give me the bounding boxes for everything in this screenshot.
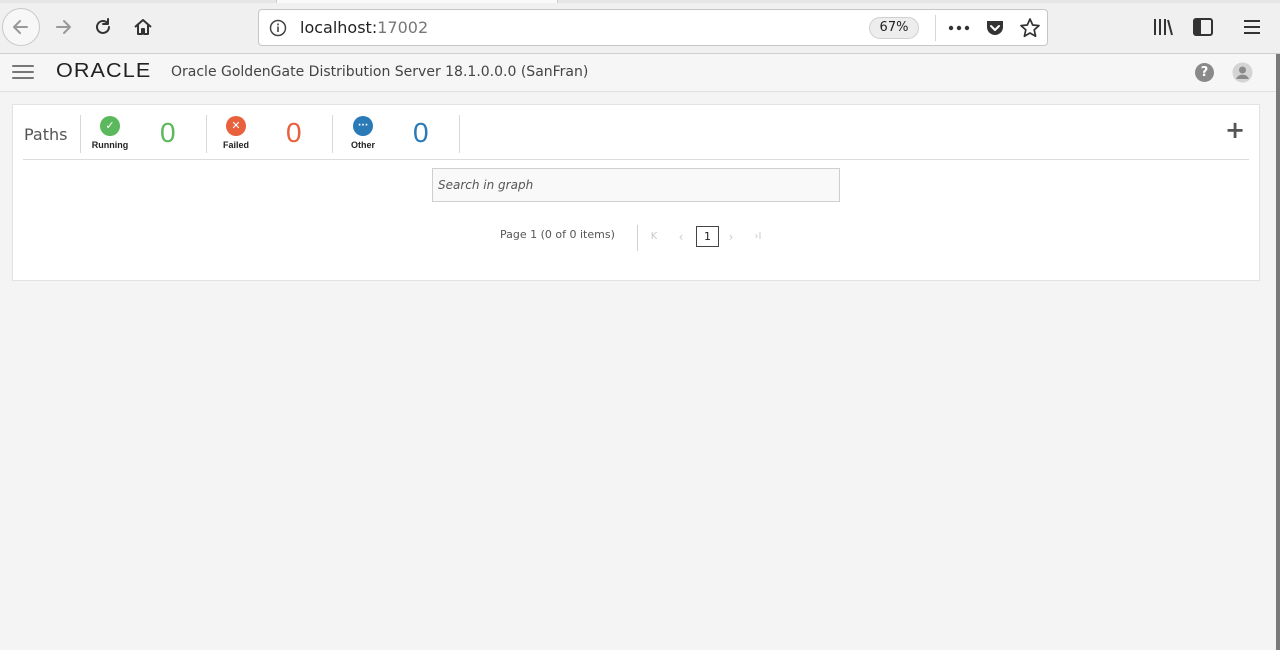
next-page-button[interactable]: › xyxy=(723,228,739,246)
graph-search-input[interactable]: Search in graph xyxy=(432,168,840,202)
reload-icon xyxy=(96,18,110,34)
panel-divider xyxy=(23,159,1249,160)
divider xyxy=(332,115,333,153)
add-path-button[interactable]: + xyxy=(1225,118,1245,142)
paths-label: Paths xyxy=(24,125,68,144)
ellipsis-circle-icon: ··· xyxy=(353,116,373,136)
status-running-count: 0 xyxy=(160,117,176,148)
status-failed-label: Failed xyxy=(222,140,249,150)
hamburger-line xyxy=(12,71,34,73)
app-title: Oracle GoldenGate Distribution Server 18… xyxy=(171,64,589,80)
hamburger-line xyxy=(12,77,34,79)
status-other-count: 0 xyxy=(413,117,429,148)
pager-divider xyxy=(637,225,638,251)
help-icon[interactable]: ? xyxy=(1195,63,1214,82)
tab-strip xyxy=(0,0,1280,3)
browser-toolbar: localhost:17002 67% xyxy=(0,0,1280,54)
back-button[interactable] xyxy=(2,8,40,46)
menu-icon[interactable] xyxy=(1240,15,1264,39)
user-avatar-icon[interactable] xyxy=(1232,62,1253,83)
current-page-button[interactable]: 1 xyxy=(696,226,719,247)
pocket-icon[interactable] xyxy=(983,16,1007,40)
divider xyxy=(80,115,81,153)
divider xyxy=(459,115,460,153)
prev-page-button[interactable]: ‹ xyxy=(673,228,689,246)
sidebar-icon[interactable] xyxy=(1191,15,1215,39)
library-icon[interactable] xyxy=(1151,15,1175,39)
status-running[interactable]: ✓ Running 0 xyxy=(82,115,192,155)
reload-button[interactable] xyxy=(84,8,122,46)
status-running-label: Running xyxy=(91,140,129,150)
more-actions-icon[interactable] xyxy=(947,16,971,40)
status-other[interactable]: ··· Other 0 xyxy=(335,115,445,155)
app-header: ORACLE Oracle GoldenGate Distribution Se… xyxy=(0,54,1276,92)
status-other-label: Other xyxy=(350,140,375,150)
pagination: Page 1 (0 of 0 items) K ‹ 1 › ›I xyxy=(500,225,800,251)
info-icon[interactable] xyxy=(269,19,287,41)
url-text[interactable]: localhost:17002 xyxy=(300,18,428,37)
url-port: 17002 xyxy=(377,18,429,37)
check-circle-icon: ✓ xyxy=(100,116,120,136)
window-edge xyxy=(1276,54,1280,650)
nav-menu-button[interactable] xyxy=(12,65,34,81)
forward-arrow-icon xyxy=(56,20,71,34)
home-icon xyxy=(134,19,152,35)
url-bar[interactable]: localhost:17002 67% xyxy=(258,9,1048,46)
forward-button[interactable] xyxy=(44,8,82,46)
hamburger-line xyxy=(12,65,34,67)
last-page-button[interactable]: ›I xyxy=(750,228,766,246)
zoom-level-badge[interactable]: 67% xyxy=(869,17,919,39)
first-page-button[interactable]: K xyxy=(646,228,662,246)
url-bar-divider xyxy=(935,15,936,41)
back-arrow-icon xyxy=(13,20,28,34)
status-failed[interactable]: ✕ Failed 0 xyxy=(208,115,318,155)
oracle-logo: ORACLE xyxy=(56,60,152,82)
status-failed-count: 0 xyxy=(286,117,302,148)
paths-panel: Paths ✓ Running 0 ✕ Failed 0 ··· Other 0… xyxy=(12,104,1260,281)
divider xyxy=(206,115,207,153)
url-host: localhost: xyxy=(300,18,378,37)
pager-status-text: Page 1 (0 of 0 items) xyxy=(500,228,615,241)
active-tab[interactable] xyxy=(276,0,558,3)
bookmark-star-icon[interactable] xyxy=(1018,16,1042,40)
x-circle-icon: ✕ xyxy=(226,116,246,136)
home-button[interactable] xyxy=(124,8,162,46)
